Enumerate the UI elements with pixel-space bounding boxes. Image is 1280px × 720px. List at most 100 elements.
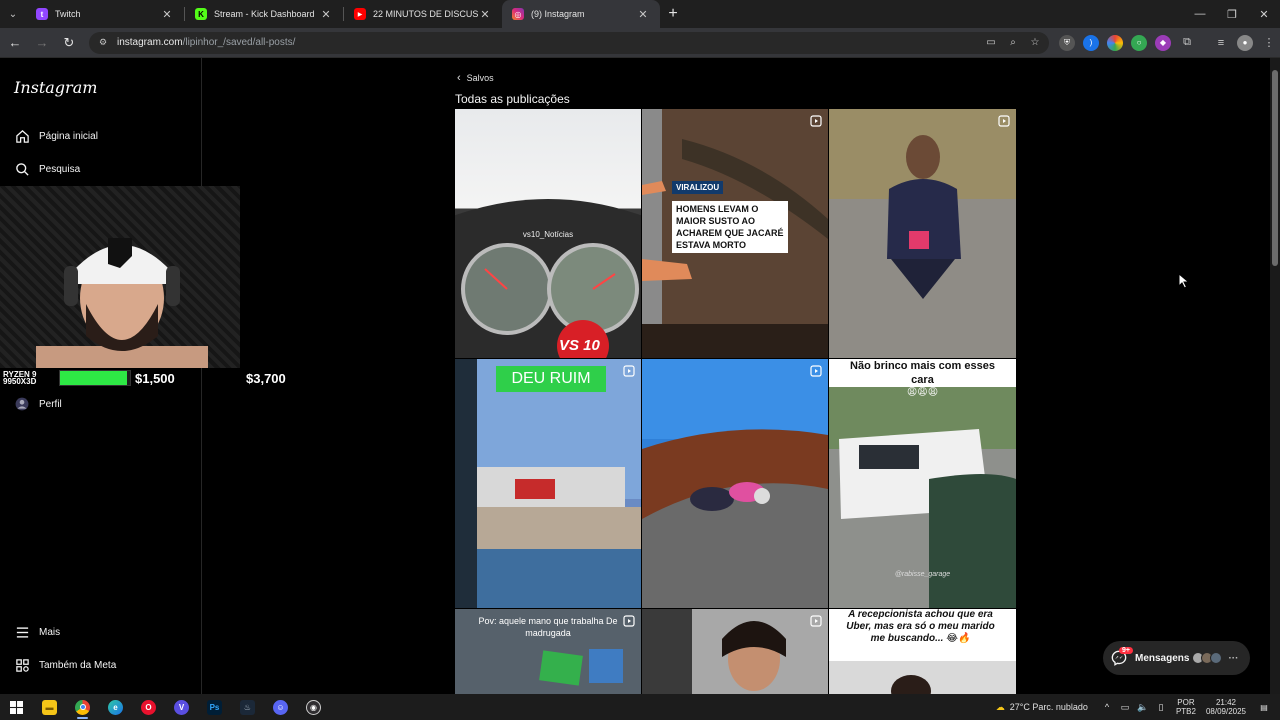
unread-badge: 9+ [1119,647,1133,654]
saved-posts-grid: vs10_Notícias VS 10 VIRALIZOU HOMENS LEV… [455,109,1016,694]
reels-icon [623,615,635,627]
photoshop-icon[interactable]: Ps [198,694,231,720]
purple-extension-icon[interactable]: ◆ [1155,34,1171,51]
post-tile[interactable] [642,359,828,608]
battery-icon[interactable]: ▯ [1153,702,1169,713]
sidebar-item-also-from-meta[interactable]: Também da Meta [14,655,116,675]
post-watermark: vs10_Notícias [522,230,574,239]
volume-icon[interactable]: 🔈 [1135,702,1151,713]
meta-icon [14,657,30,673]
browser-tabstrip: ⌄ t Twitch ✕ K Stream - Kick Dashboard ✕… [0,0,1280,28]
discord-icon[interactable]: ☺ [264,694,297,720]
post-tile[interactable]: A recepcionista achou que era Uber, mas … [829,609,1016,694]
chrome-icon[interactable] [66,694,99,720]
post-tile[interactable] [829,109,1016,358]
puzzle-extensions-icon[interactable]: ⧉ [1179,35,1195,51]
cast-icon[interactable]: ▭ [983,35,999,51]
page-scrollbar[interactable] [1270,58,1280,694]
reels-icon [998,615,1010,627]
notifications-icon[interactable]: ▤ [1254,703,1274,712]
post-caption: A recepcionista achou que era Uber, mas … [839,609,1002,645]
back-to-saved-link[interactable]: ‹ Salvos [457,72,494,84]
profile-avatar-icon[interactable]: ● [1237,34,1253,51]
scrollbar-thumb[interactable] [1272,70,1278,266]
tab-title: 22 MINUTOS DE DISCUSSÕES DE TRÂNSITO [373,9,478,19]
tab-twitch[interactable]: t Twitch ✕ [26,0,184,28]
tab-search-chevron-icon[interactable]: ⌄ [0,0,26,28]
minimize-icon[interactable]: — [1184,0,1216,28]
post-caption: Pov: aquele mano que trabalha De madruga… [478,616,618,638]
streamer-figure [36,238,208,368]
post-tile[interactable]: Não brinco mais com esses cara 😩😩😩 @rabi… [829,359,1016,608]
chevron-left-icon: ‹ [457,72,461,84]
color-extension-icon[interactable] [1107,34,1123,51]
tab-instagram[interactable]: ◎ (9) Instagram ✕ [502,0,660,28]
clock[interactable]: 21:42 08/09/2025 [1206,698,1246,716]
tab-close-icon[interactable]: ✕ [478,8,492,21]
obs-icon[interactable]: ◉ [297,694,330,720]
tab-youtube[interactable]: ▶ 22 MINUTOS DE DISCUSSÕES DE TRÂNSITO ✕ [344,0,502,28]
instagram-logo[interactable]: Instagram [14,78,97,97]
tab-kick-dashboard[interactable]: K Stream - Kick Dashboard ✕ [185,0,343,28]
address-bar[interactable]: ⚙ instagram.com/lipinhor_/saved/all-post… [89,31,1049,54]
restore-icon[interactable]: ❐ [1216,0,1248,28]
post-thumbnail [642,359,828,608]
start-windows-icon[interactable] [0,694,33,720]
network-icon[interactable]: ▭ [1117,702,1133,713]
post-tile[interactable] [642,609,828,694]
opera-icon[interactable]: O [132,694,165,720]
sidebar-item-label: Pesquisa [39,163,81,175]
tab-title: Stream - Kick Dashboard [214,9,315,19]
bookmark-star-icon[interactable]: ☆ [1027,35,1043,51]
post-tile[interactable]: Pov: aquele mano que trabalha De madruga… [455,609,641,694]
messages-button[interactable]: 9+ Mensagens ··· [1103,641,1250,675]
translate-extension-icon[interactable]: ) [1083,34,1099,51]
sidebar-item-profile[interactable]: Perfil [14,394,62,414]
sidebar-item-search[interactable]: Pesquisa [14,159,80,179]
file-explorer-icon[interactable]: ▬ [33,694,66,720]
tab-close-icon[interactable]: ✕ [636,8,650,21]
brand-line-2: 9950X3D [3,377,37,386]
tab-close-icon[interactable]: ✕ [319,8,333,21]
kebab-menu-icon[interactable]: ⋮ [1261,35,1277,51]
language-code: POR [1177,698,1195,707]
back-arrow-icon[interactable]: ← [3,31,27,55]
input-language[interactable]: POR PTB2 [1176,698,1196,716]
zoom-icon[interactable]: ⌕ [1005,35,1021,51]
sidebar-item-home[interactable]: Página inicial [14,126,98,146]
profile-avatar [14,396,30,412]
media-queue-icon[interactable]: ≡ [1213,35,1229,51]
reels-icon [810,615,822,627]
reels-icon [623,365,635,377]
post-thumbnail [642,609,828,694]
kick-favicon-icon: K [195,8,207,20]
post-tile[interactable]: VIRALIZOU HOMENS LEVAM O MAIOR SUSTO AO … [642,109,828,358]
windows-taskbar: ▬ e O V Ps ♨ ☺ ◉ ☁ 27°C Parc. nublado ^ … [0,694,1280,720]
post-tile[interactable]: DEU RUIM [455,359,641,608]
post-emoji: 😂🔥 [946,633,971,644]
reload-icon[interactable]: ↻ [57,31,81,55]
green-extension-icon[interactable]: ○ [1131,34,1147,51]
forward-arrow-icon[interactable]: → [30,31,54,55]
menu-icon [14,624,30,640]
close-window-icon[interactable]: ✕ [1248,0,1280,28]
site-settings-icon[interactable]: ⚙ [97,37,109,49]
post-tile[interactable]: vs10_Notícias VS 10 [455,109,641,358]
edge-icon[interactable]: e [99,694,132,720]
extensions-bar: ⛨ ) ○ ◆ ⧉ ≡ ● ⋮ [1059,34,1277,51]
sidebar-item-more[interactable]: Mais [14,622,60,642]
stream-goal-overlay: RYZEN 9 9950X3D $1,500 $3,700 [0,368,300,388]
tab-close-icon[interactable]: ✕ [160,8,174,21]
vivaldi-icon[interactable]: V [165,694,198,720]
home-icon [14,128,30,144]
tray-chevron-up-icon[interactable]: ^ [1099,702,1115,712]
new-tab-plus-icon[interactable]: + [660,0,686,28]
weather-widget[interactable]: ☁ 27°C Parc. nublado [996,702,1088,713]
shield-extension-icon[interactable]: ⛨ [1059,34,1075,51]
streamer-webcam [0,186,240,368]
instagram-favicon-icon: ◎ [512,8,524,20]
post-caption-text: A recepcionista achou que era Uber, mas … [846,609,995,644]
reels-icon [998,365,1010,377]
steam-icon[interactable]: ♨ [231,694,264,720]
url-host: instagram.com [117,37,183,48]
